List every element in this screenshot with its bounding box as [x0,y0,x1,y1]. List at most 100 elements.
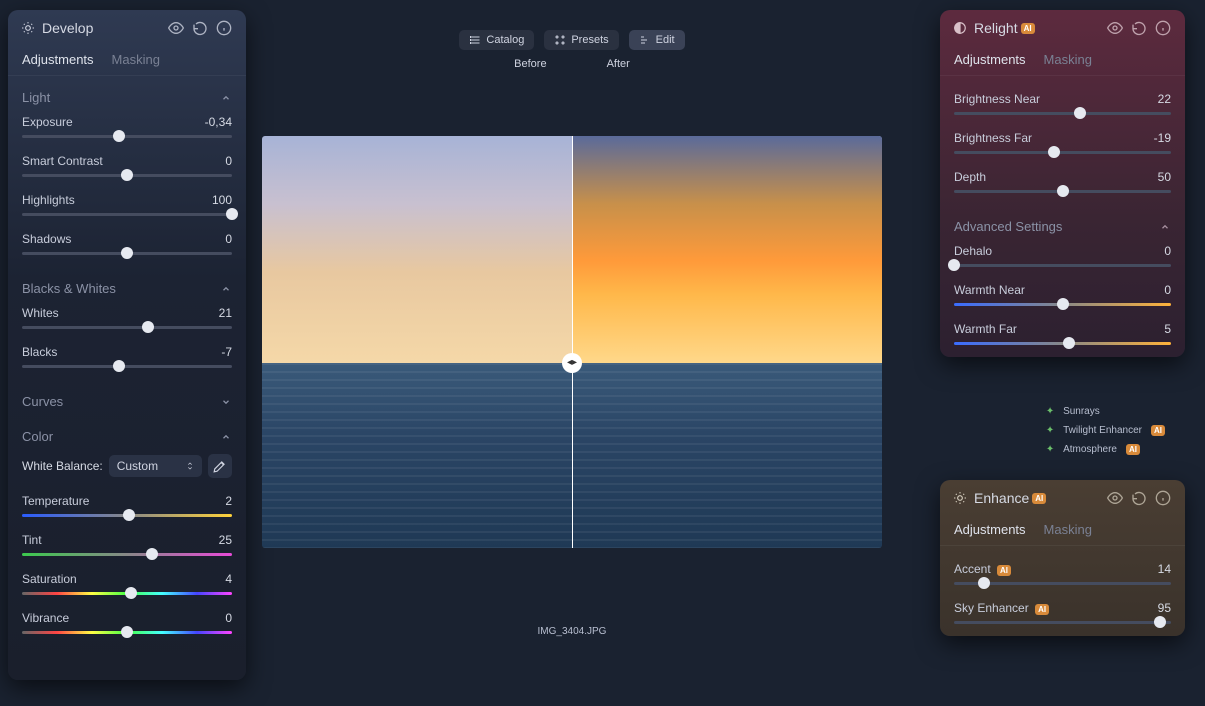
slider-label: Shadows [22,232,71,246]
slider-label: Dehalo [954,244,992,258]
slider-thumb[interactable] [142,321,154,333]
slider-track[interactable] [954,342,1171,345]
tab-adjustments[interactable]: Adjustments [22,52,94,67]
slider-whites: Whites21 [22,300,232,339]
preview-sky-after [572,136,882,363]
slider-thumb[interactable] [1154,616,1166,628]
undo-icon[interactable] [1129,488,1149,508]
slider-track[interactable] [22,631,232,634]
enhance-icon [952,490,968,506]
sidetool-atmosphere[interactable]: ✦AtmosphereAI [1043,440,1165,459]
slider-thumb[interactable] [1074,107,1086,119]
eye-icon[interactable] [1105,488,1125,508]
slider-depth: Depth50 [954,164,1171,203]
slider-thumb[interactable] [1057,185,1069,197]
tool-icon: ✦ [1043,425,1057,436]
slider-label: Tint [22,533,42,547]
slider-label: Vibrance [22,611,69,625]
sidetool-twilight-enhancer[interactable]: ✦Twilight EnhancerAI [1043,421,1165,440]
slider-track[interactable] [954,582,1171,585]
info-icon[interactable] [1153,488,1173,508]
wb-picker-icon[interactable] [208,454,232,478]
slider-thumb[interactable] [125,587,137,599]
enhance-panel: Enhance AI Adjustments Masking Accent AI… [940,480,1185,636]
slider-track[interactable] [954,112,1171,115]
sidetool-label: Atmosphere [1063,444,1117,455]
info-icon[interactable] [1153,18,1173,38]
ai-badge: AI [1151,425,1165,436]
slider-value: 5 [1164,322,1171,336]
catalog-button[interactable]: Catalog [459,30,534,50]
ai-badge: AI [1032,493,1046,504]
slider-track[interactable] [22,135,232,138]
slider-thumb[interactable] [121,247,133,259]
slider-thumb[interactable] [146,548,158,560]
compare-divider[interactable] [572,136,573,548]
slider-track[interactable] [22,174,232,177]
undo-icon[interactable] [190,18,210,38]
slider-thumb[interactable] [226,208,238,220]
slider-thumb[interactable] [1063,337,1075,349]
slider-temperature: Temperature2 [22,488,232,527]
sidetool-sunrays[interactable]: ✦Sunrays [1043,402,1165,421]
slider-thumb[interactable] [978,577,990,589]
slider-label: Warmth Near [954,283,1025,297]
tab-adjustments[interactable]: Adjustments [954,522,1026,537]
slider-label: Sky Enhancer AI [954,601,1049,615]
slider-track[interactable] [954,264,1171,267]
enhance-tabs: Adjustments Masking [940,516,1185,546]
presets-button[interactable]: Presets [544,30,618,50]
slider-track[interactable] [22,326,232,329]
slider-value: 22 [1158,92,1171,106]
eye-icon[interactable] [166,18,186,38]
section-color: Color White Balance: Custom Temperature2… [8,415,246,646]
slider-thumb[interactable] [123,509,135,521]
filename-label: IMG_3404.JPG [262,626,882,637]
slider-track[interactable] [22,252,232,255]
slider-value: 14 [1158,562,1171,576]
advanced-header[interactable]: Advanced Settings [954,215,1171,238]
ai-badge: AI [1021,23,1035,34]
slider-value: 0 [225,154,232,168]
slider-value: 0 [225,232,232,246]
slider-track[interactable] [22,553,232,556]
slider-label: Exposure [22,115,73,129]
eye-icon[interactable] [1105,18,1125,38]
bw-header[interactable]: Blacks & Whites [22,277,232,300]
curves-header[interactable]: Curves [22,390,232,413]
slider-thumb[interactable] [121,626,133,638]
develop-panel: Develop Adjustments Masking Light Exposu… [8,10,246,680]
slider-track[interactable] [954,151,1171,154]
develop-tabs: Adjustments Masking [8,46,246,76]
tab-masking[interactable]: Masking [112,52,160,67]
slider-brightness-near: Brightness Near22 [954,86,1171,125]
slider-track[interactable] [954,303,1171,306]
color-header[interactable]: Color [22,425,232,448]
info-icon[interactable] [214,18,234,38]
slider-value: -19 [1154,131,1171,145]
side-tools: ✦Sunrays✦Twilight EnhancerAI✦AtmosphereA… [1043,402,1165,459]
tab-masking[interactable]: Masking [1044,522,1092,537]
wb-select[interactable]: Custom [109,455,202,477]
slider-track[interactable] [22,365,232,368]
slider-track[interactable] [22,213,232,216]
slider-track[interactable] [954,621,1171,624]
slider-track[interactable] [22,514,232,517]
undo-icon[interactable] [1129,18,1149,38]
slider-thumb[interactable] [113,130,125,142]
slider-thumb[interactable] [113,360,125,372]
light-header[interactable]: Light [22,86,232,109]
slider-thumb[interactable] [948,259,960,271]
slider-track[interactable] [954,190,1171,193]
slider-thumb[interactable] [1057,298,1069,310]
slider-track[interactable] [22,592,232,595]
slider-thumb[interactable] [121,169,133,181]
tab-masking[interactable]: Masking [1044,52,1092,67]
relight-title: Relight [974,20,1018,36]
tab-adjustments[interactable]: Adjustments [954,52,1026,67]
compare-handle-icon[interactable]: ◂▸ [562,353,582,373]
slider-thumb[interactable] [1048,146,1060,158]
slider-label: Accent AI [954,562,1011,576]
edit-button[interactable]: Edit [629,30,685,50]
slider-label: Blacks [22,345,57,359]
